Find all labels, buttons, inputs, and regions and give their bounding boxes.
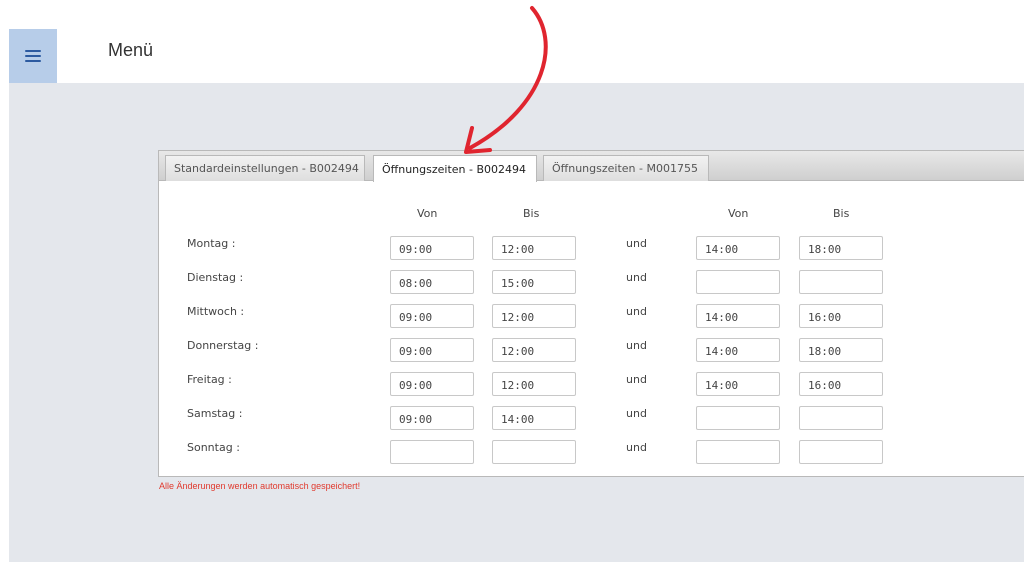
day-label-donnerstag: Donnerstag :: [187, 339, 259, 352]
tab-oeffnungszeiten-b002494[interactable]: Öffnungszeiten - B002494: [373, 155, 537, 182]
day-label-samstag: Samstag :: [187, 407, 243, 420]
und-label: und: [626, 407, 647, 420]
donnerstag-von-2-input[interactable]: 14:00: [696, 338, 780, 362]
day-label-dienstag: Dienstag :: [187, 271, 244, 284]
column-header-bis-2: Bis: [833, 207, 850, 220]
column-header-bis-1: Bis: [523, 207, 540, 220]
und-label: und: [626, 237, 647, 250]
column-header-von-2: Von: [728, 207, 749, 220]
top-bar: Menü: [0, 0, 1024, 83]
und-label: und: [626, 339, 647, 352]
dienstag-von-2-input[interactable]: [696, 270, 780, 294]
donnerstag-bis-1-input[interactable]: 12:00: [492, 338, 576, 362]
opening-hours-panel: Standardeinstellungen - B002494 Öffnungs…: [158, 150, 1024, 477]
montag-von-2-input[interactable]: 14:00: [696, 236, 780, 260]
autosave-note: Alle Änderungen werden automatisch gespe…: [159, 481, 361, 491]
mittwoch-bis-1-input[interactable]: 12:00: [492, 304, 576, 328]
montag-bis-1-input[interactable]: 12:00: [492, 236, 576, 260]
mittwoch-von-1-input[interactable]: 09:00: [390, 304, 474, 328]
day-label-mittwoch: Mittwoch :: [187, 305, 245, 318]
day-label-sonntag: Sonntag :: [187, 441, 240, 454]
und-label: und: [626, 441, 647, 454]
und-label: und: [626, 271, 647, 284]
samstag-von-2-input[interactable]: [696, 406, 780, 430]
tab-oeffnungszeiten-m001755[interactable]: Öffnungszeiten - M001755: [543, 155, 709, 181]
donnerstag-von-1-input[interactable]: 09:00: [390, 338, 474, 362]
menu-title: Menü: [108, 40, 154, 60]
tab-bar: Standardeinstellungen - B002494 Öffnungs…: [159, 151, 1024, 182]
samstag-bis-2-input[interactable]: [799, 406, 883, 430]
freitag-bis-1-input[interactable]: 12:00: [492, 372, 576, 396]
day-label-freitag: Freitag :: [187, 373, 232, 386]
day-label-montag: Montag :: [187, 237, 236, 250]
hamburger-icon: [25, 49, 41, 63]
sonntag-von-2-input[interactable]: [696, 440, 780, 464]
freitag-von-1-input[interactable]: 09:00: [390, 372, 474, 396]
mittwoch-von-2-input[interactable]: 14:00: [696, 304, 780, 328]
donnerstag-bis-2-input[interactable]: 18:00: [799, 338, 883, 362]
menu-button[interactable]: [9, 29, 57, 83]
mittwoch-bis-2-input[interactable]: 16:00: [799, 304, 883, 328]
dienstag-von-1-input[interactable]: 08:00: [390, 270, 474, 294]
sonntag-bis-2-input[interactable]: [799, 440, 883, 464]
samstag-bis-1-input[interactable]: 14:00: [492, 406, 576, 430]
und-label: und: [626, 305, 647, 318]
montag-bis-2-input[interactable]: 18:00: [799, 236, 883, 260]
montag-von-1-input[interactable]: 09:00: [390, 236, 474, 260]
samstag-von-1-input[interactable]: 09:00: [390, 406, 474, 430]
column-header-von-1: Von: [417, 207, 438, 220]
und-label: und: [626, 373, 647, 386]
freitag-bis-2-input[interactable]: 16:00: [799, 372, 883, 396]
tab-standardeinstellungen[interactable]: Standardeinstellungen - B002494: [165, 155, 365, 181]
sonntag-von-1-input[interactable]: [390, 440, 474, 464]
dienstag-bis-1-input[interactable]: 15:00: [492, 270, 576, 294]
dienstag-bis-2-input[interactable]: [799, 270, 883, 294]
sonntag-bis-1-input[interactable]: [492, 440, 576, 464]
freitag-von-2-input[interactable]: 14:00: [696, 372, 780, 396]
